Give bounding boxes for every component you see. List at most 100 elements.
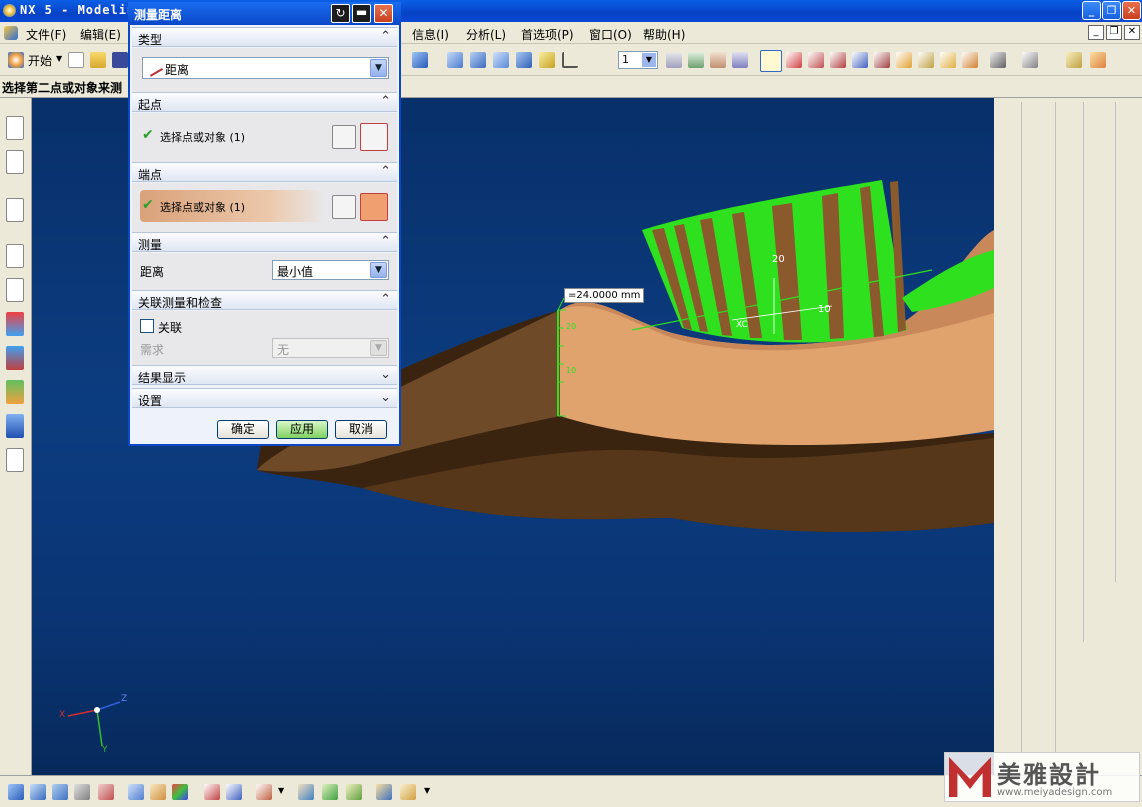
dialog-collapse-icon[interactable]: ▬ bbox=[352, 4, 371, 23]
restore-icon[interactable]: ❐ bbox=[1102, 1, 1121, 20]
edit-dropdown-icon[interactable]: ▼ bbox=[278, 786, 284, 795]
section-assoc-header[interactable]: 关联测量和检查 ⌃ bbox=[132, 290, 397, 310]
snap-face-icon[interactable] bbox=[940, 52, 956, 68]
collapse-up-icon[interactable]: ⌃ bbox=[380, 94, 391, 109]
start-button[interactable]: 开始 bbox=[28, 52, 52, 69]
more-dropdown-icon[interactable]: ▼ bbox=[424, 786, 430, 795]
menu-window[interactable]: 窗口(O) bbox=[589, 26, 632, 43]
snap-midpoint-icon[interactable] bbox=[808, 52, 824, 68]
menu-analysis[interactable]: 分析(L) bbox=[466, 26, 506, 43]
section-settings-header[interactable]: 设置 ⌄ bbox=[132, 388, 397, 408]
cube-front-icon[interactable] bbox=[470, 52, 486, 68]
system-materials-icon[interactable] bbox=[6, 278, 24, 302]
snap-center-icon[interactable] bbox=[852, 52, 868, 68]
snap-pole-icon[interactable] bbox=[918, 52, 934, 68]
expand-down-icon[interactable]: ⌄ bbox=[380, 367, 391, 382]
assembly-icon[interactable] bbox=[376, 784, 392, 800]
dialog-close-icon[interactable]: ✕ bbox=[374, 4, 393, 23]
minimize-icon[interactable]: _ bbox=[1082, 1, 1101, 20]
menu-file[interactable]: 文件(F) bbox=[26, 26, 66, 43]
process-studio-icon[interactable] bbox=[6, 346, 24, 370]
snap-endpoint-icon[interactable] bbox=[786, 52, 802, 68]
system-scenes-icon[interactable] bbox=[6, 414, 24, 438]
zoom-icon[interactable] bbox=[30, 784, 46, 800]
snap-existing-icon[interactable] bbox=[896, 52, 912, 68]
close-icon[interactable]: ✕ bbox=[1122, 1, 1141, 20]
edit-curve-icon[interactable] bbox=[256, 784, 272, 800]
point-constructor-icon[interactable] bbox=[332, 195, 356, 219]
copy-layer-icon[interactable] bbox=[732, 52, 748, 68]
layer-settings-icon[interactable] bbox=[666, 52, 682, 68]
cube-top-icon[interactable] bbox=[516, 52, 532, 68]
surface-icon[interactable] bbox=[298, 784, 314, 800]
cube-shaded-icon[interactable] bbox=[447, 52, 463, 68]
sketch-icon[interactable] bbox=[1090, 52, 1106, 68]
collapse-up-icon[interactable]: ⌃ bbox=[380, 234, 391, 249]
angle-icon[interactable] bbox=[562, 52, 578, 68]
cube-view-icon[interactable] bbox=[412, 52, 428, 68]
color-icon[interactable] bbox=[172, 784, 188, 800]
section-end-header[interactable]: 端点 ⌃ bbox=[132, 162, 397, 182]
associative-checkbox[interactable] bbox=[140, 319, 154, 333]
expand-down-icon[interactable]: ⌄ bbox=[380, 390, 391, 405]
pan-icon[interactable] bbox=[74, 784, 90, 800]
save-icon[interactable] bbox=[112, 52, 128, 68]
doc-minimize-icon[interactable]: _ bbox=[1088, 25, 1104, 40]
sheet-icon[interactable] bbox=[346, 784, 362, 800]
collapse-up-icon[interactable]: ⌃ bbox=[380, 29, 391, 44]
roles-icon[interactable] bbox=[6, 380, 24, 404]
layer-select[interactable]: 1 ▼ bbox=[618, 51, 658, 69]
menu-edit[interactable]: 编辑(E) bbox=[80, 26, 121, 43]
doc-restore-icon[interactable]: ❐ bbox=[1106, 25, 1122, 40]
history-icon[interactable] bbox=[6, 244, 24, 268]
end-select-prompt[interactable]: 选择点或对象 (1) bbox=[160, 199, 245, 215]
layer-visible-icon[interactable] bbox=[688, 52, 704, 68]
drafting-icon[interactable] bbox=[400, 784, 416, 800]
ok-button[interactable]: 确定 bbox=[217, 420, 269, 439]
inferred-point-active-icon[interactable] bbox=[360, 193, 388, 221]
spline-tool-icon[interactable] bbox=[226, 784, 242, 800]
collapse-up-icon[interactable]: ⌃ bbox=[380, 164, 391, 179]
type-combo[interactable]: 距离 ▼ bbox=[142, 57, 389, 79]
inferred-point-icon[interactable] bbox=[360, 123, 388, 151]
curve-tool-icon[interactable] bbox=[204, 784, 220, 800]
snap-quadrant-icon[interactable] bbox=[874, 52, 890, 68]
light-icon[interactable] bbox=[539, 52, 555, 68]
point-constructor-icon[interactable] bbox=[332, 125, 356, 149]
section-start-header[interactable]: 起点 ⌃ bbox=[132, 92, 397, 112]
cancel-button[interactable]: 取消 bbox=[335, 420, 387, 439]
open-folder-icon[interactable] bbox=[90, 52, 106, 68]
snap-intersect-icon[interactable] bbox=[830, 52, 846, 68]
layer-dropdown-icon[interactable]: ▼ bbox=[642, 53, 656, 67]
cube-wire-icon[interactable] bbox=[493, 52, 509, 68]
apply-button[interactable]: 应用 bbox=[276, 420, 328, 439]
snap-tool-icon[interactable] bbox=[990, 52, 1006, 68]
chevron-down-icon[interactable]: ▼ bbox=[370, 59, 387, 77]
fit-icon[interactable] bbox=[8, 784, 24, 800]
section-results-header[interactable]: 结果显示 ⌄ bbox=[132, 365, 397, 385]
visualization-icon[interactable] bbox=[6, 312, 24, 336]
start-select-prompt[interactable]: 选择点或对象 (1) bbox=[160, 129, 245, 145]
menu-info[interactable]: 信息(I) bbox=[412, 26, 449, 43]
mesh-icon[interactable] bbox=[322, 784, 338, 800]
clip-icon[interactable] bbox=[98, 784, 114, 800]
collapse-up-icon[interactable]: ⌃ bbox=[380, 292, 391, 307]
revolve-icon[interactable] bbox=[150, 784, 166, 800]
distance-combo[interactable]: 最小值 ▼ bbox=[272, 260, 389, 280]
menu-help[interactable]: 帮助(H) bbox=[643, 26, 685, 43]
new-file-icon[interactable] bbox=[68, 52, 84, 68]
menu-preferences[interactable]: 首选项(P) bbox=[521, 26, 574, 43]
section-type-header[interactable]: 类型 ⌃ bbox=[132, 27, 397, 47]
selection-filter-icon[interactable] bbox=[1022, 52, 1038, 68]
start-icon[interactable] bbox=[8, 52, 24, 68]
snap-point-active-icon[interactable] bbox=[760, 50, 782, 72]
move-layer-icon[interactable] bbox=[710, 52, 726, 68]
assembly-navigator-icon[interactable] bbox=[6, 116, 24, 140]
measure-ruler-icon[interactable] bbox=[1066, 52, 1082, 68]
part-navigator-icon[interactable] bbox=[6, 150, 24, 174]
web-browser-icon[interactable] bbox=[6, 448, 24, 472]
reuse-library-icon[interactable] bbox=[6, 198, 24, 222]
chevron-down-icon[interactable]: ▼ bbox=[370, 262, 387, 278]
section-measure-header[interactable]: 测量 ⌃ bbox=[132, 232, 397, 252]
snap-curve-icon[interactable] bbox=[962, 52, 978, 68]
